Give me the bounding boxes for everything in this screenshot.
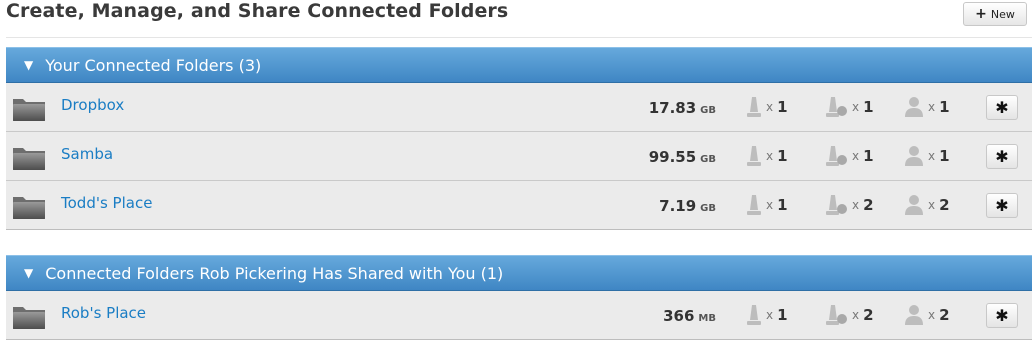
synced-device-count: x2	[826, 193, 874, 217]
gear-icon: ✱	[995, 196, 1009, 215]
folder-size: 366 MB	[663, 307, 716, 325]
device-icon	[747, 97, 761, 117]
device-count: x1	[746, 193, 788, 217]
folder-settings-button[interactable]: ✱	[986, 144, 1018, 169]
gear-icon: ✱	[995, 306, 1009, 325]
device-sync-icon	[826, 305, 847, 325]
folder-settings-button[interactable]: ✱	[986, 193, 1018, 218]
page-header: Create, Manage, and Share Connected Fold…	[0, 0, 1032, 38]
folder-icon	[13, 307, 45, 329]
synced-device-count: x2	[826, 303, 874, 327]
device-icon	[747, 195, 761, 215]
device-count: x1	[746, 95, 788, 119]
device-icon	[747, 305, 761, 325]
section-title: Connected Folders Rob Pickering Has Shar…	[45, 263, 504, 283]
synced-device-count: x1	[826, 144, 874, 168]
folder-icon	[13, 148, 45, 170]
gear-icon: ✱	[995, 147, 1009, 166]
folder-settings-button[interactable]: ✱	[986, 95, 1018, 120]
folder-name-link[interactable]: Samba	[61, 145, 113, 163]
gear-icon: ✱	[995, 98, 1009, 117]
synced-device-count: x1	[826, 95, 874, 119]
folder-size: 99.55 GB	[648, 148, 716, 166]
folder-name-link[interactable]: Dropbox	[61, 96, 124, 114]
folder-size: 17.83 GB	[648, 99, 716, 117]
folder-name-link[interactable]: Rob's Place	[61, 304, 146, 322]
user-icon	[905, 97, 923, 117]
section-header[interactable]: ▼ Connected Folders Rob Pickering Has Sh…	[6, 255, 1032, 291]
header-divider	[6, 37, 1032, 38]
user-icon	[905, 305, 923, 325]
user-icon	[905, 195, 923, 215]
device-count: x1	[746, 303, 788, 327]
section-header[interactable]: ▼ Your Connected Folders (3)	[6, 47, 1032, 83]
folder-settings-button[interactable]: ✱	[986, 303, 1018, 328]
section-title: Your Connected Folders (3)	[45, 55, 262, 75]
folder-size: 7.19 GB	[659, 197, 716, 215]
new-button[interactable]: + New	[963, 2, 1027, 26]
folder-icon	[13, 197, 45, 219]
folder-row: Samba 99.55 GB x1 x1 x1 ✱	[6, 132, 1032, 181]
device-sync-icon	[826, 97, 847, 117]
folder-row: Todd's Place 7.19 GB x1 x2 x2 ✱	[6, 181, 1032, 230]
section-shared-with-you: ▼ Connected Folders Rob Pickering Has Sh…	[6, 255, 1032, 340]
collapse-triangle-icon: ▼	[24, 58, 34, 72]
device-sync-icon	[826, 195, 847, 215]
device-sync-icon	[826, 146, 847, 166]
user-count: x2	[904, 193, 950, 217]
folder-name-link[interactable]: Todd's Place	[61, 194, 152, 212]
user-count: x2	[904, 303, 950, 327]
new-button-label: New	[990, 7, 1015, 21]
section-your-folders: ▼ Your Connected Folders (3) Dropbox 17.…	[6, 47, 1032, 230]
user-count: x1	[904, 95, 950, 119]
device-count: x1	[746, 144, 788, 168]
collapse-triangle-icon: ▼	[24, 266, 34, 280]
user-icon	[905, 146, 923, 166]
folder-row: Rob's Place 366 MB x1 x2 x2 ✱	[6, 291, 1032, 340]
device-icon	[747, 146, 761, 166]
folder-icon	[13, 99, 45, 121]
page-title: Create, Manage, and Share Connected Fold…	[6, 0, 509, 22]
user-count: x1	[904, 144, 950, 168]
folder-row: Dropbox 17.83 GB x1 x1 x1 ✱	[6, 83, 1032, 132]
plus-icon: +	[975, 6, 987, 22]
